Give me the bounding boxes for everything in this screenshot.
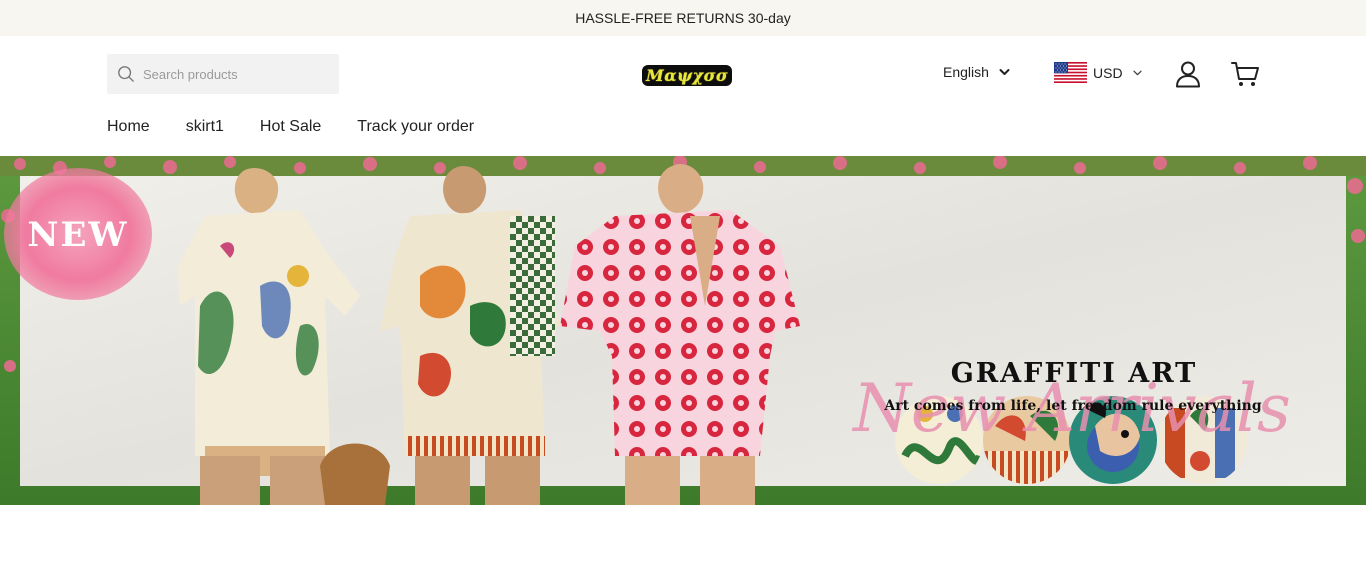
account-icon[interactable] (1174, 60, 1202, 88)
nav-item-track-order[interactable]: Track your order (357, 118, 474, 136)
nav-item-skirt1[interactable]: skirt1 (186, 118, 224, 136)
banner-tagline: Art comes from life, let freedom rule ev… (883, 398, 1262, 414)
currency-label: USD (1093, 64, 1123, 81)
search-input[interactable] (143, 66, 333, 82)
site-header: Μαψχσσ English (0, 36, 1366, 156)
language-label: English (943, 64, 989, 80)
chevron-down-icon (1132, 70, 1142, 75)
site-logo[interactable]: Μαψχσσ (642, 64, 733, 86)
main-nav: Home skirt1 Hot Sale Track your order (107, 118, 474, 136)
new-badge-text: NEW (27, 215, 128, 255)
hero-banner[interactable]: NEW GRAFFITI ART New Arrivals Art comes … (0, 156, 1366, 505)
logo-text: Μαψχσσ (642, 64, 733, 86)
page-body (0, 505, 1366, 578)
hero-banner-art: NEW GRAFFITI ART New Arrivals Art comes … (0, 156, 1366, 505)
us-flag-icon (1054, 62, 1087, 83)
currency-selector[interactable]: USD (1054, 62, 1142, 83)
announcement-bar: HASSLE-FREE RETURNS 30-day (0, 0, 1366, 36)
search-icon (118, 66, 134, 82)
nav-item-home[interactable]: Home (107, 118, 150, 136)
language-selector[interactable]: English (943, 64, 1010, 80)
announcement-text: HASSLE-FREE RETURNS 30-day (575, 10, 791, 26)
search-box[interactable] (107, 54, 339, 94)
chevron-down-icon (999, 69, 1010, 75)
cart-icon[interactable] (1230, 60, 1260, 88)
nav-item-hot-sale[interactable]: Hot Sale (260, 118, 321, 136)
